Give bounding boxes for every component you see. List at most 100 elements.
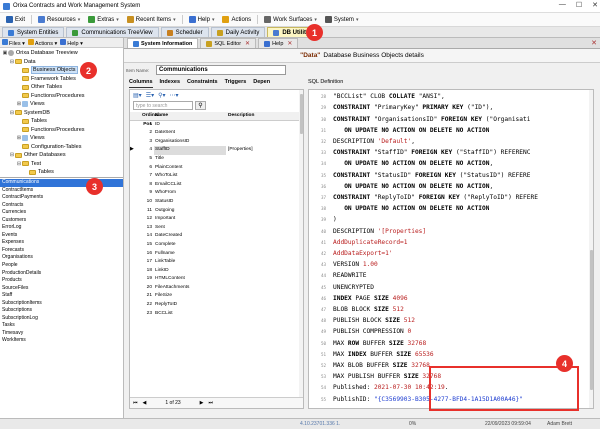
object-list-item[interactable]: Subscriptions bbox=[0, 307, 123, 315]
object-list-item[interactable]: SourceFiles bbox=[0, 285, 123, 293]
menu-recent-items[interactable]: Recent Items ▾ bbox=[124, 14, 179, 26]
close-button[interactable]: ✕ bbox=[592, 1, 598, 9]
subtab-indexes[interactable]: Indexes bbox=[160, 79, 180, 88]
table-row[interactable]: 3 OrganisationsID bbox=[130, 138, 303, 147]
table-row[interactable]: 8 EmailCCList bbox=[130, 181, 303, 190]
tab-system-information[interactable]: System Information bbox=[127, 38, 199, 48]
tab-communications-treeview[interactable]: Communications TreeView bbox=[66, 27, 159, 37]
sql-definition-editor[interactable]: 28 "BCCList" CLOB COLLATE "ANSI", 29 CONSTR… bbox=[308, 89, 594, 409]
menu-actions[interactable]: Actions bbox=[219, 14, 254, 26]
table-row[interactable]: 2 DateSent bbox=[130, 129, 303, 138]
tree-node-tables[interactable]: Tables bbox=[0, 117, 123, 126]
table-row[interactable]: 19 HTMLContent bbox=[130, 275, 303, 284]
tree-node-business-objects[interactable]: Business Objects bbox=[0, 66, 123, 75]
object-list-item[interactable]: ProductionDetails bbox=[0, 270, 123, 278]
tree-node-views[interactable]: ⊞ Views bbox=[0, 100, 123, 109]
table-row[interactable]: 12 Important bbox=[130, 215, 303, 224]
table-row[interactable]: 6 PlainContent bbox=[130, 164, 303, 173]
help-menu[interactable]: Help ▾ bbox=[60, 38, 83, 47]
table-row[interactable]: 23 BCCList bbox=[130, 310, 303, 319]
tree-node-other-databases[interactable]: ⊟ Other Databases bbox=[0, 151, 123, 160]
scroll-thumb[interactable] bbox=[299, 94, 303, 134]
table-row[interactable]: 1 ID bbox=[130, 121, 303, 130]
object-list-item[interactable]: Communications bbox=[0, 179, 123, 187]
sql-scroll-thumb[interactable] bbox=[589, 250, 593, 390]
item-name-field[interactable]: Communications bbox=[156, 65, 286, 75]
tree-node-functions-procedures[interactable]: Functions/Procedures bbox=[0, 126, 123, 135]
table-row[interactable]: 20 FileAttachments bbox=[130, 284, 303, 293]
object-list-item[interactable]: Forecasts bbox=[0, 247, 123, 255]
object-list-item[interactable]: WorkItems bbox=[0, 337, 123, 345]
object-list-item[interactable]: Staff bbox=[0, 292, 123, 300]
grid-menu-icon[interactable]: ▤▾ bbox=[133, 92, 142, 99]
table-row[interactable]: 16 Fullname bbox=[130, 250, 303, 259]
subtab-columns[interactable]: Columns bbox=[129, 79, 153, 88]
tree-node-other-tables[interactable]: Other Tables bbox=[0, 83, 123, 92]
tree-node-tables[interactable]: Tables bbox=[0, 168, 123, 177]
table-row[interactable]: ▶ 4 StaffID [Properties] bbox=[130, 146, 303, 155]
subtab-constraints[interactable]: Constraints bbox=[187, 79, 218, 88]
table-row[interactable]: 7 WhoToList bbox=[130, 172, 303, 181]
subtab-triggers[interactable]: Triggers bbox=[225, 79, 247, 88]
object-list-item[interactable]: Tasks bbox=[0, 322, 123, 330]
tree-node-configuration-tables[interactable]: Configuration-Tables bbox=[0, 143, 123, 152]
files-menu[interactable]: Files ▾ bbox=[2, 38, 25, 47]
tab-scheduler[interactable]: Scheduler bbox=[160, 27, 209, 37]
tree-node-orixa-database-treeview[interactable]: ▣ Orixa Database Treeview bbox=[0, 49, 123, 58]
tab-sql-editor[interactable]: SQL Editor ✕ bbox=[200, 38, 257, 48]
object-list-item[interactable]: Products bbox=[0, 277, 123, 285]
table-row[interactable]: 13 Sent bbox=[130, 224, 303, 233]
next-record-button[interactable]: ▶ bbox=[200, 400, 204, 406]
object-list-item[interactable]: Expenses bbox=[0, 239, 123, 247]
grid-header-cell[interactable]: Description bbox=[226, 112, 266, 120]
object-list-item[interactable]: Organisations bbox=[0, 254, 123, 262]
grid-header-cell[interactable]: Name bbox=[154, 112, 226, 120]
menu-exit[interactable]: Exit bbox=[3, 14, 28, 26]
table-row[interactable]: 18 LinkID bbox=[130, 267, 303, 276]
object-list-item[interactable]: SubscriptionLog bbox=[0, 315, 123, 323]
filter-menu-icon[interactable]: ⚲▾ bbox=[158, 92, 165, 99]
tab-daily-activity[interactable]: Daily Activity bbox=[210, 27, 266, 37]
object-list-item[interactable]: ErrorLog bbox=[0, 224, 123, 232]
table-row[interactable]: 21 FileSize bbox=[130, 292, 303, 301]
tree-node-framework-tables[interactable]: Framework Tables bbox=[0, 75, 123, 84]
grid-header-cell[interactable]: Ordinal Pos bbox=[142, 112, 159, 127]
menu-extras[interactable]: Extras ▾ bbox=[85, 14, 122, 26]
sql-scrollbar[interactable] bbox=[589, 90, 593, 408]
table-row[interactable]: 17 LinkTable bbox=[130, 258, 303, 267]
menu-resources[interactable]: Resources ▾ bbox=[35, 14, 83, 26]
close-panel-button[interactable]: ✕ bbox=[591, 39, 597, 47]
object-list-item[interactable]: Currencies bbox=[0, 209, 123, 217]
last-record-button[interactable]: ⏭ bbox=[209, 400, 214, 406]
object-list-item[interactable]: Events bbox=[0, 232, 123, 240]
table-row[interactable]: 9 WhoFrom bbox=[130, 189, 303, 198]
object-list-item[interactable]: People bbox=[0, 262, 123, 270]
table-row[interactable]: 14 DateCreated bbox=[130, 232, 303, 241]
table-row[interactable]: 15 Complete bbox=[130, 241, 303, 250]
table-row[interactable]: 5 Title bbox=[130, 155, 303, 164]
tree-node-views[interactable]: ⊞ Views bbox=[0, 134, 123, 143]
object-list-item[interactable]: Contracts bbox=[0, 202, 123, 210]
list-menu-icon[interactable]: ☰▾ bbox=[146, 92, 154, 99]
first-record-button[interactable]: ⏮ bbox=[133, 400, 138, 406]
table-row[interactable]: 11 Outgoing bbox=[130, 207, 303, 216]
search-button[interactable]: ⚲ bbox=[195, 101, 206, 110]
more-menu-icon[interactable]: ⋯▾ bbox=[169, 92, 178, 99]
menu-system[interactable]: System ▾ bbox=[322, 14, 362, 26]
object-list-item[interactable]: SubscriptionItems bbox=[0, 300, 123, 308]
object-list-item[interactable]: Timesavy bbox=[0, 330, 123, 338]
tab-system-entities[interactable]: System Entities bbox=[2, 27, 65, 37]
object-list-item[interactable]: ContractItems bbox=[0, 187, 123, 195]
columns-scrollbar[interactable] bbox=[299, 90, 303, 408]
object-list-item[interactable]: Customers bbox=[0, 217, 123, 225]
prev-record-button[interactable]: ◀ bbox=[143, 400, 147, 406]
table-row[interactable]: 22 ReplyToID bbox=[130, 301, 303, 310]
tree-node-systemdb[interactable]: ⊟ SystemDB bbox=[0, 109, 123, 118]
menu-help[interactable]: Help ▾ bbox=[186, 14, 218, 26]
object-list-item[interactable]: ContractPayments bbox=[0, 194, 123, 202]
close-tab-icon[interactable]: ✕ bbox=[287, 40, 292, 47]
subtab-depen[interactable]: Depen bbox=[253, 79, 270, 88]
tree-node-test[interactable]: ⊟ Test bbox=[0, 160, 123, 169]
table-row[interactable]: 10 StatusID bbox=[130, 198, 303, 207]
tab-help[interactable]: Help ✕ bbox=[258, 38, 299, 48]
